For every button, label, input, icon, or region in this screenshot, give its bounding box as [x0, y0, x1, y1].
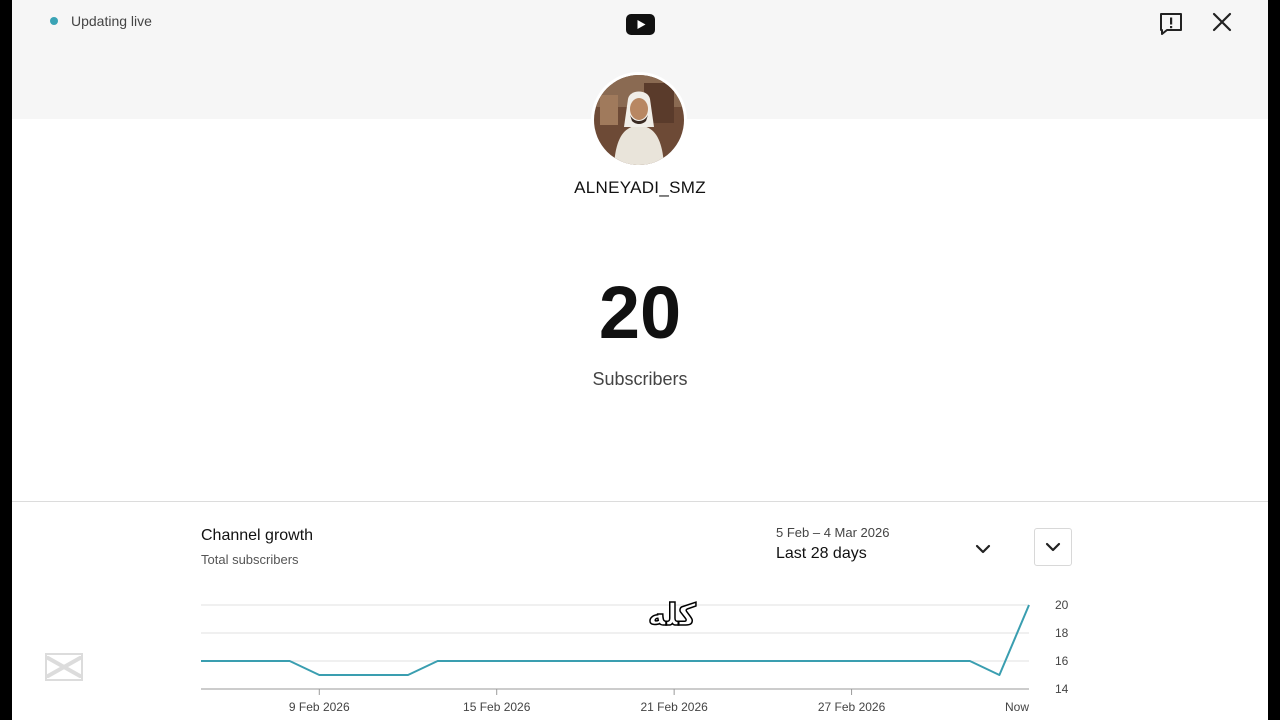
feedback-icon[interactable]	[1158, 11, 1184, 37]
date-range: 5 Feb – 4 Mar 2026	[776, 525, 890, 540]
x-tick-label: 9 Feb 2026	[289, 700, 350, 714]
period-label: Last 28 days	[776, 545, 867, 562]
x-tick-label: 21 Feb 2026	[640, 700, 708, 714]
y-tick-label: 20	[1055, 598, 1069, 612]
expand-chart-button[interactable]	[1034, 528, 1072, 566]
growth-chart: 20 18 16 14 9 Feb 2026 15 Feb 2026 21 Feb 2026…	[200, 598, 1069, 714]
subscriber-series-line	[201, 604, 1030, 676]
x-tick-label: 27 Feb 2026	[818, 700, 886, 714]
watermark-logo	[45, 653, 83, 681]
y-tick-label: 18	[1055, 626, 1069, 640]
x-tick-label: Now	[1005, 700, 1029, 714]
live-indicator-dot	[50, 17, 58, 25]
subscriber-count: 20	[598, 271, 682, 354]
chevron-down-icon	[1045, 542, 1061, 552]
subscriber-label: Subscribers	[592, 369, 688, 389]
growth-title: Channel growth	[201, 527, 314, 544]
live-status-text: Updating live	[71, 13, 152, 29]
avatar	[594, 75, 684, 165]
period-dropdown[interactable]: Last 28 days	[776, 541, 1016, 569]
y-tick-label: 14	[1055, 682, 1069, 696]
chevron-down-icon	[975, 544, 991, 554]
close-icon[interactable]	[1210, 10, 1234, 34]
youtube-icon	[626, 14, 655, 35]
y-tick-label: 16	[1055, 654, 1069, 668]
growth-subtitle: Total subscribers	[201, 552, 299, 567]
analytics-screen: Updating live ALNEYADI_SMZ 20 Subscriber…	[12, 0, 1268, 720]
live-status: Updating live	[50, 13, 152, 29]
channel-name: ALNEYADI_SMZ	[574, 178, 706, 197]
caption-overlay: كله	[647, 597, 696, 634]
x-tick-label: 15 Feb 2026	[463, 700, 531, 714]
section-divider	[12, 501, 1268, 502]
